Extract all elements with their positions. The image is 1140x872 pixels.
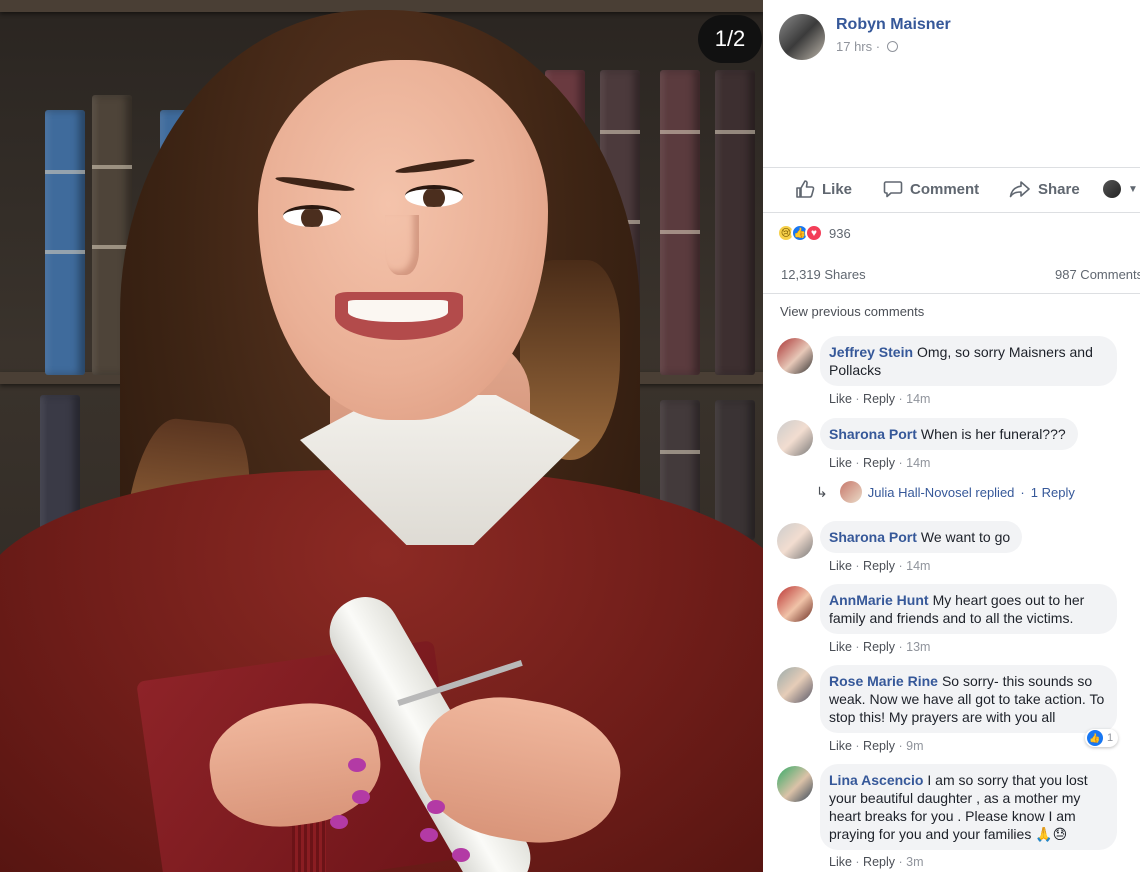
book (45, 110, 85, 375)
share-button[interactable]: Share (1009, 180, 1080, 198)
commenter-name[interactable]: Lina Ascencio (829, 772, 923, 788)
comment-like-link[interactable]: Like (829, 855, 852, 869)
comment-like-link[interactable]: Like (829, 456, 852, 470)
post-time-text[interactable]: 17 hrs (836, 39, 872, 54)
reply-separator: · (1020, 484, 1025, 500)
comment-time[interactable]: 13m (906, 640, 930, 654)
author-name[interactable]: Robyn Maisner (836, 16, 951, 34)
comment-time[interactable]: 9m (906, 739, 923, 753)
replies-summary[interactable]: ↳ Julia Hall-Novosel replied · 1 Reply (816, 481, 1075, 503)
comment-like-link[interactable]: Like (829, 559, 852, 573)
comment-like-link[interactable]: Like (829, 392, 852, 406)
comment-actions: Like · Reply · 13m (829, 640, 931, 654)
commenter-name[interactable]: Rose Marie Rine (829, 673, 938, 689)
post-action-bar: Like Comment Share ▼ (763, 167, 1140, 213)
eye (283, 205, 341, 227)
comment-button[interactable]: Comment (883, 180, 979, 198)
comment-actions: Like · Reply · 3m (829, 855, 924, 869)
eye (405, 185, 463, 207)
like-reaction-icon: 👍 (1087, 730, 1103, 746)
comment-like-link[interactable]: Like (829, 640, 852, 654)
comment-reply-link[interactable]: Reply (863, 456, 895, 470)
comment-actions: Like · Reply · 14m (829, 456, 931, 470)
comment-bubble: Lina Ascencio I am so sorry that you lost… (820, 764, 1117, 850)
commenter-avatar[interactable] (777, 523, 813, 559)
comment-icon (883, 181, 903, 198)
comment-text: When is her funeral??? (920, 426, 1066, 442)
love-reaction-icon: ♥ (805, 224, 823, 242)
share-label: Share (1038, 180, 1080, 198)
comment-actions: Like · Reply · 14m (829, 392, 931, 406)
thumbs-up-icon (796, 180, 815, 198)
nose (385, 215, 419, 275)
comment-bubble: Sharona Port When is her funeral??? (820, 418, 1078, 450)
reply-count[interactable]: 1 Reply (1031, 485, 1075, 500)
fingernail (420, 828, 438, 842)
book (715, 70, 755, 375)
commenter-name[interactable]: Sharona Port (829, 426, 917, 442)
comments-count[interactable]: 987 Comments (1055, 267, 1140, 282)
post-as-selector[interactable]: ▼ (1103, 180, 1138, 198)
divider (763, 293, 1140, 294)
reply-arrow-icon: ↳ (816, 483, 828, 500)
reaction-count[interactable]: 936 (829, 226, 851, 241)
commenter-name[interactable]: AnnMarie Hunt (829, 592, 929, 608)
teeth (348, 300, 448, 322)
comment-label: Comment (910, 180, 980, 198)
post-sidebar: Robyn Maisner 17 hrs · ••• Like Comment … (763, 0, 1140, 872)
fingernail (427, 800, 445, 814)
comment-time[interactable]: 14m (906, 456, 930, 470)
fingernail (348, 758, 366, 772)
profile-mini-avatar (1103, 180, 1121, 198)
globe-icon (886, 41, 898, 52)
commenter-name[interactable]: Sharona Port (829, 529, 917, 545)
post-time-separator: · (875, 39, 881, 54)
commenter-name[interactable]: Jeffrey Stein (829, 344, 913, 360)
comment-text: We want to go (920, 529, 1011, 545)
commenter-avatar[interactable] (777, 586, 813, 622)
comment-time[interactable]: 14m (906, 559, 930, 573)
comment-like-link[interactable]: Like (829, 739, 852, 753)
comment-bubble: Jeffrey Stein Omg, so sorry Maisners and … (820, 336, 1117, 386)
replier-text[interactable]: Julia Hall-Novosel replied (868, 485, 1015, 500)
photo-counter: 1/2 (698, 15, 762, 63)
chevron-down-icon: ▼ (1128, 183, 1138, 195)
book (660, 70, 700, 375)
comment-bubble: Rose Marie Rine So sorry- this sounds so … (820, 665, 1117, 733)
comment-time[interactable]: 3m (906, 855, 923, 869)
view-previous-comments-link[interactable]: View previous comments (780, 304, 924, 319)
fingernail (330, 815, 348, 829)
replier-avatar (839, 481, 862, 503)
fingernail (452, 848, 470, 862)
comment-like-count: 1 (1107, 732, 1114, 744)
book (715, 400, 755, 540)
author-avatar[interactable] (779, 14, 825, 60)
comment-reply-link[interactable]: Reply (863, 559, 895, 573)
comment-reply-link[interactable]: Reply (863, 739, 895, 753)
reactions-summary[interactable]: 😢 👍 ♥ 936 (777, 224, 851, 242)
comment-reply-link[interactable]: Reply (863, 855, 895, 869)
comment-actions: Like · Reply · 9m (829, 739, 924, 753)
like-label: Like (822, 180, 853, 198)
shares-count[interactable]: 12,319 Shares (781, 267, 866, 282)
commenter-avatar[interactable] (777, 766, 813, 802)
commenter-avatar[interactable] (777, 667, 813, 703)
share-icon (1009, 181, 1030, 198)
commenter-avatar[interactable] (777, 420, 813, 456)
comment-bubble: AnnMarie Hunt My heart goes out to her fa… (820, 584, 1117, 634)
comment-time[interactable]: 14m (906, 392, 930, 406)
comment-reply-link[interactable]: Reply (863, 640, 895, 654)
like-button[interactable]: Like (795, 180, 852, 198)
comment-bubble: Sharona Port We want to go (820, 521, 1023, 553)
post-timestamp[interactable]: 17 hrs · (836, 39, 898, 54)
comment-reply-link[interactable]: Reply (863, 392, 895, 406)
commenter-avatar[interactable] (777, 338, 813, 374)
comment-actions: Like · Reply · 14m (829, 559, 931, 573)
post-header: Robyn Maisner 17 hrs · ••• (779, 12, 1139, 60)
photo-viewer[interactable]: 1/2 (0, 0, 763, 872)
comment-reaction-chip[interactable]: 👍 1 (1085, 729, 1119, 747)
fingernail (352, 790, 370, 804)
